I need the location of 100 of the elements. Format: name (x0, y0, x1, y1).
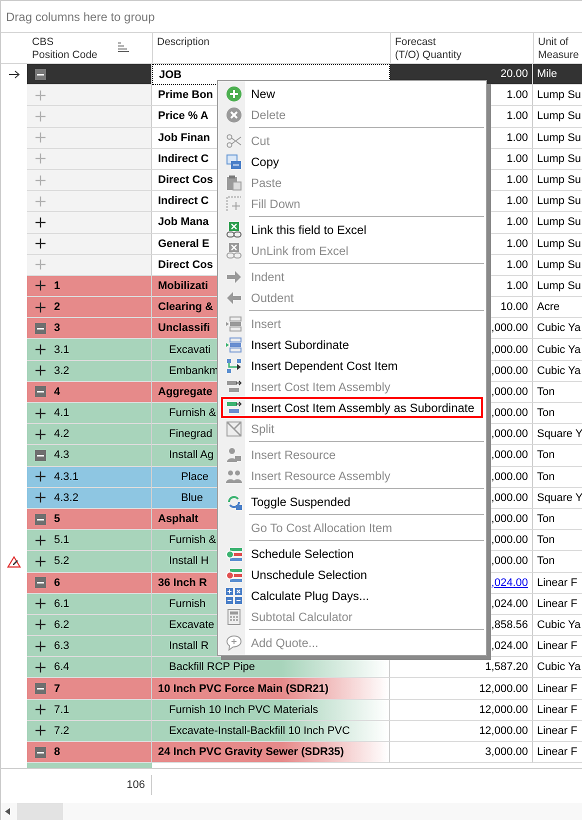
quantity-cell: 12,000.00 (390, 720, 533, 742)
code-cell[interactable]: 6.3 (27, 636, 152, 658)
code-cell[interactable]: 5.1 (27, 530, 152, 552)
expand-icon (35, 280, 46, 292)
expand-icon (35, 132, 46, 144)
expand-icon (35, 216, 46, 228)
expand-icon (35, 704, 46, 716)
position-code: 4.3.2 (54, 492, 78, 504)
position-code: 5.1 (54, 534, 70, 546)
position-code: 8 (54, 746, 60, 758)
split-icon (226, 420, 242, 436)
excel-link-icon (226, 222, 242, 238)
collapse-icon (35, 450, 46, 461)
position-code: 5 (54, 513, 60, 526)
code-cell[interactable] (27, 234, 152, 255)
position-code: 7 (54, 682, 60, 695)
unit-cell: Lump Su (533, 254, 582, 276)
code-cell[interactable]: 4.3.1 (27, 466, 152, 488)
position-code: 7.2 (54, 724, 70, 737)
position-code: 1 (54, 280, 60, 292)
expand-icon (35, 90, 46, 101)
code-cell[interactable] (27, 64, 152, 86)
math-grid-icon (226, 588, 242, 604)
code-cell[interactable]: 7.1 (27, 700, 152, 721)
scissors-icon (226, 132, 242, 148)
unit-cell: Lump Su (533, 128, 582, 149)
code-cell[interactable]: 6.4 (27, 657, 152, 678)
collapse-icon (35, 683, 46, 694)
code-cell[interactable]: 3.1 (27, 339, 152, 361)
collapse-icon (35, 322, 46, 334)
insert-row-icon (226, 316, 242, 332)
code-cell[interactable]: 4.1 (27, 403, 152, 424)
position-code: 6.2 (54, 618, 70, 631)
quantity-cell: 3,000.00 (390, 742, 533, 764)
unit-cell: Linear F (533, 594, 582, 615)
code-cell[interactable]: 1 (27, 276, 152, 298)
code-cell[interactable]: 6 (27, 572, 152, 594)
code-cell[interactable]: 6.1 (27, 594, 152, 615)
column-header[interactable]: Description (153, 33, 391, 63)
unit-cell: Linear F (533, 572, 582, 594)
description-cell[interactable]: Backfill RCP Pipe (152, 657, 390, 678)
paste-icon (226, 174, 242, 190)
code-cell[interactable]: 5.2 (27, 551, 152, 572)
code-cell[interactable] (27, 212, 152, 234)
worker-icon (226, 446, 242, 462)
description-cell[interactable]: 24 Inch PVC Gravity Sewer (SDR35) (152, 742, 390, 764)
code-cell[interactable]: 5 (27, 508, 152, 530)
code-cell[interactable]: 7 (27, 678, 152, 700)
code-cell[interactable]: 7.2 (27, 720, 152, 742)
people-icon (226, 468, 242, 484)
expand-icon (35, 259, 46, 270)
expand-icon (35, 302, 46, 313)
sort-icon[interactable] (117, 42, 129, 52)
position-code: 6.4 (54, 661, 70, 674)
collapse-icon (35, 514, 46, 525)
position-code: 2 (54, 301, 60, 314)
expand-icon (35, 238, 46, 250)
description-cell[interactable]: 10 Inch PVC Force Main (SDR21) (152, 678, 390, 700)
code-cell[interactable]: 8 (27, 742, 152, 764)
code-cell[interactable]: 4.3.2 (27, 488, 152, 509)
collapse-icon (35, 386, 46, 398)
expand-icon (35, 408, 46, 419)
quantity-cell: 1,587.20 (390, 657, 533, 678)
code-cell[interactable]: 4 (27, 382, 152, 403)
position-code: 6.3 (54, 640, 70, 652)
scrollbar-thumb[interactable] (17, 803, 63, 820)
position-code: 7.1 (54, 704, 70, 716)
expand-icon (35, 556, 46, 567)
expand-icon (35, 174, 46, 186)
right-arrow-icon (226, 268, 242, 284)
position-code: 4.2 (54, 428, 70, 440)
code-cell[interactable]: 4.2 (27, 424, 152, 446)
insert-row-icon (226, 336, 242, 352)
position-code: 6.1 (54, 598, 70, 610)
unit-cell: Ton (533, 466, 582, 488)
add-icon (226, 86, 242, 102)
expand-icon (35, 344, 46, 356)
quantity-cell: 12,000.00 (390, 700, 533, 721)
code-cell[interactable]: 3 (27, 318, 152, 340)
description-cell[interactable]: Furnish 10 Inch PVC Materials (152, 700, 390, 721)
expand-icon (35, 428, 46, 440)
position-code: 6 (54, 576, 60, 589)
description-cell[interactable]: Excavate-Install-Backfill 10 Inch PVC (152, 720, 390, 742)
position-code: 3 (54, 322, 60, 334)
unit-cell: Linear F (533, 700, 582, 721)
code-cell[interactable]: 6.2 (27, 614, 152, 636)
column-header-label: Description (157, 36, 210, 49)
column-header[interactable]: CBS Position Code (28, 33, 153, 63)
unit-cell: Cubic Ya (533, 360, 582, 382)
position-code: 4 (54, 386, 60, 398)
column-header-label: CBS Position Code (32, 36, 98, 62)
code-cell[interactable]: 2 (27, 297, 152, 318)
code-cell[interactable]: 4.3 (27, 445, 152, 467)
dependent-item-icon (226, 358, 242, 374)
delete-icon (226, 106, 242, 122)
menu-item[interactable]: Insert Cost Item Assembly as Subordinate (221, 397, 483, 418)
column-header[interactable]: Forecast (T/O) Quantity (391, 33, 534, 63)
code-cell[interactable]: 3.2 (27, 360, 152, 382)
expand-icon (35, 471, 46, 482)
unit-cell: Lump Su (533, 234, 582, 255)
